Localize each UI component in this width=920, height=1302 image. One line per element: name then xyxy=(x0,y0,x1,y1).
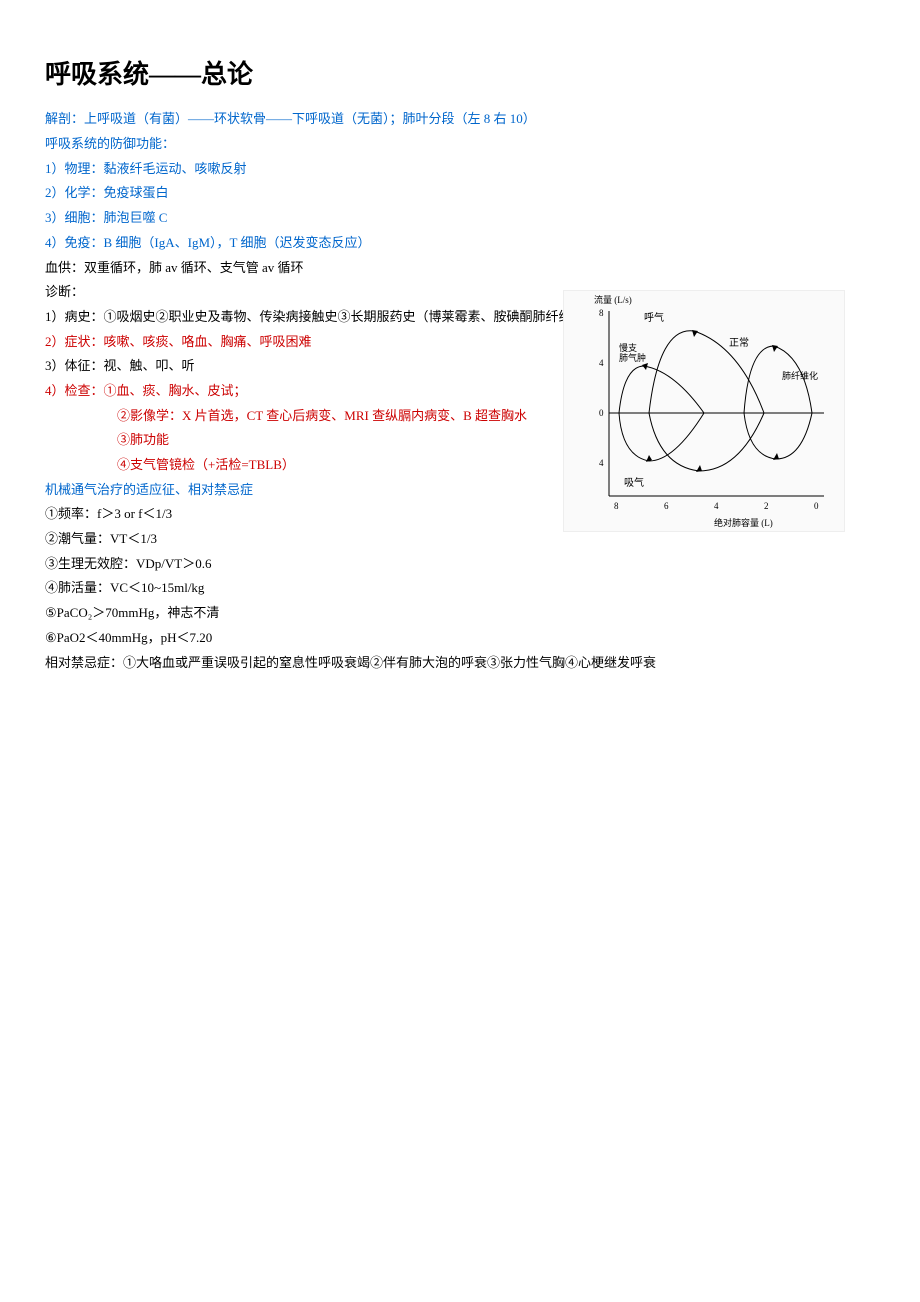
text-line: ⑤PaCO₂＞70mmHg，神志不清 xyxy=(45,601,875,626)
text-line: 2）化学：免疫球蛋白 xyxy=(45,181,875,206)
exhale-label: 呼气 xyxy=(644,311,664,324)
curve-label-normal: 正常 xyxy=(729,336,749,349)
x-tick: 6 xyxy=(664,501,669,511)
text-line: 4）免疫：B 细胞（IgA、IgM），T 细胞（迟发变态反应） xyxy=(45,231,875,256)
curve-label-emphysema-2: 肺气肿 xyxy=(619,352,646,363)
text-line: ④肺活量：VC＜10~15ml/kg xyxy=(45,576,875,601)
y-axis-label: 流量 (L/s) xyxy=(594,294,632,305)
text-line: ⑥PaO2＜40mmHg，pH＜7.20 xyxy=(45,626,875,651)
arrow-icon xyxy=(773,453,779,460)
text-line: 相对禁忌症：①大咯血或严重误吸引起的窒息性呼吸衰竭②伴有肺大泡的呼衰③张力性气胸… xyxy=(45,651,875,676)
arrow-icon xyxy=(696,465,702,472)
x-tick: 0 xyxy=(814,501,819,511)
text-line: 解剖：上呼吸道（有菌）——环状软骨——下呼吸道（无菌）；肺叶分段（左 8 右 1… xyxy=(45,107,875,132)
y-tick: 0 xyxy=(599,408,604,418)
curve-label-fibrosis: 肺纤维化 xyxy=(782,370,818,381)
curve-normal xyxy=(649,331,764,471)
y-tick: 4 xyxy=(599,458,604,468)
arrow-icon xyxy=(692,330,698,337)
x-axis-label: 绝对肺容量 (L) xyxy=(714,517,773,528)
x-tick: 2 xyxy=(764,501,769,511)
text-line: 血供：双重循环，肺 av 循环、支气管 av 循环 xyxy=(45,256,875,281)
y-tick: 4 xyxy=(599,358,604,368)
inhale-label: 吸气 xyxy=(624,476,644,489)
text-line: ③生理无效腔：VDp/VT＞0.6 xyxy=(45,552,875,577)
flow-volume-chart: 流量 (L/s) 绝对肺容量 (L) 8 4 0 4 8 6 4 2 0 呼气 … xyxy=(563,290,845,532)
page-title: 呼吸系统——总论 xyxy=(45,50,875,99)
x-tick: 8 xyxy=(614,501,619,511)
curve-fibrosis xyxy=(744,346,812,459)
text-line: 1）物理：黏液纤毛运动、咳嗽反射 xyxy=(45,157,875,182)
text-line: 呼吸系统的防御功能： xyxy=(45,132,875,157)
document-body: 呼吸系统——总论 解剖：上呼吸道（有菌）——环状软骨——下呼吸道（无菌）；肺叶分… xyxy=(45,50,875,675)
text-line: 3）细胞：肺泡巨噬 C xyxy=(45,206,875,231)
curve-label-emphysema: 慢支 xyxy=(619,342,637,353)
x-tick: 4 xyxy=(714,501,719,511)
arrow-icon xyxy=(772,345,778,352)
y-tick: 8 xyxy=(599,308,604,318)
